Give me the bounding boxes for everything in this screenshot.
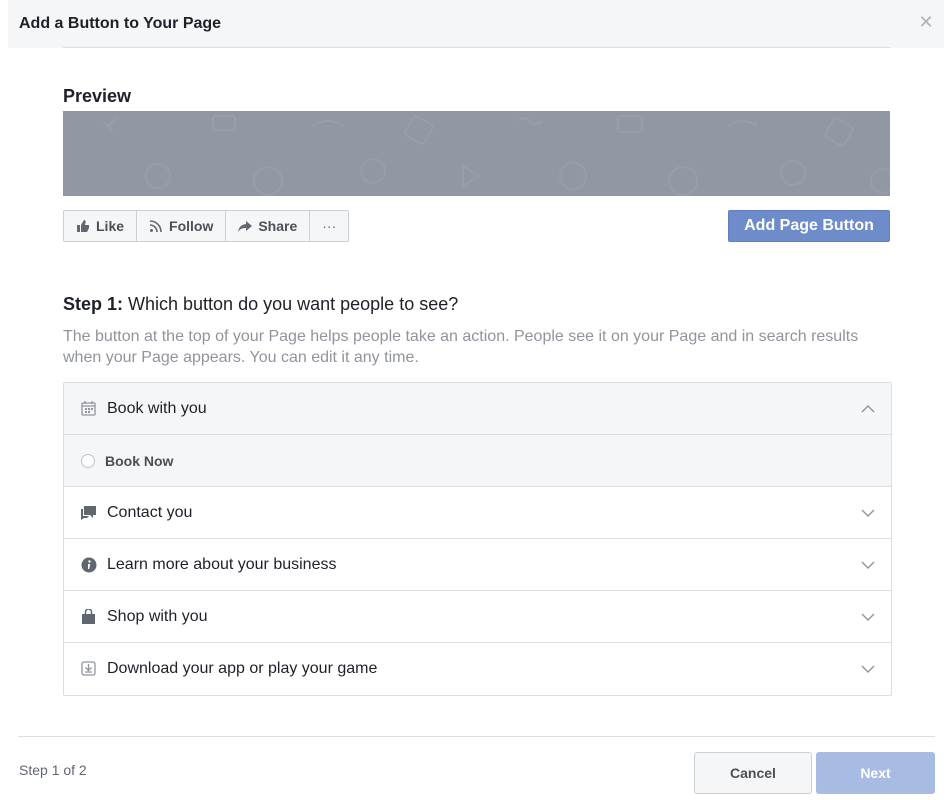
share-arrow-icon bbox=[238, 221, 253, 232]
step-counter: Step 1 of 2 bbox=[19, 762, 87, 778]
chevron-down-icon bbox=[861, 665, 875, 673]
next-button[interactable]: Next bbox=[816, 752, 935, 794]
like-label: Like bbox=[96, 218, 125, 234]
download-icon bbox=[80, 660, 97, 677]
option-shop-with-you[interactable]: Shop with you bbox=[64, 591, 891, 643]
add-page-button[interactable]: Add Page Button bbox=[728, 210, 890, 242]
cancel-button[interactable]: Cancel bbox=[694, 752, 812, 794]
divider bbox=[63, 47, 890, 48]
dialog-header: Add a Button to Your Page ✕ bbox=[8, 0, 944, 48]
option-label: Download your app or play your game bbox=[107, 660, 378, 677]
chevron-up-icon bbox=[861, 405, 875, 413]
preview-label: Preview bbox=[63, 86, 132, 106]
chevron-down-icon bbox=[861, 509, 875, 517]
option-label: Learn more about your business bbox=[107, 555, 337, 573]
step-heading: Step 1: Which button do you want people … bbox=[63, 294, 458, 315]
shopping-bag-icon bbox=[80, 608, 97, 625]
step-description: The button at the top of your Page helps… bbox=[63, 328, 859, 366]
option-contact-you[interactable]: Contact you bbox=[64, 487, 891, 539]
more-icon: ··· bbox=[322, 218, 337, 234]
chat-icon bbox=[80, 504, 97, 521]
dialog-title: Add a Button to Your Page bbox=[19, 15, 222, 32]
follow-label: Follow bbox=[169, 218, 214, 234]
button-options-list: Book with you Book Now Contact you Learn… bbox=[63, 382, 892, 696]
divider bbox=[18, 736, 935, 737]
cover-photo-placeholder bbox=[63, 111, 890, 196]
option-download-app[interactable]: Download your app or play your game bbox=[64, 643, 891, 695]
like-button[interactable]: Like bbox=[64, 211, 138, 241]
step-number: Step 1: bbox=[63, 294, 124, 314]
option-learn-more[interactable]: Learn more about your business bbox=[64, 539, 891, 591]
follow-button[interactable]: Follow bbox=[137, 211, 227, 241]
choice-book-now[interactable]: Book Now bbox=[64, 435, 891, 487]
step-question: Which button do you want people to see? bbox=[123, 294, 459, 314]
info-icon bbox=[80, 556, 97, 573]
thumbs-up-icon bbox=[77, 220, 89, 232]
page-action-bar: Like Follow Share ··· bbox=[63, 210, 350, 242]
chevron-down-icon bbox=[861, 561, 875, 569]
calendar-icon bbox=[80, 400, 97, 417]
option-book-with-you[interactable]: Book with you bbox=[64, 383, 891, 435]
cover-pattern bbox=[102, 115, 890, 196]
option-label: Contact you bbox=[107, 503, 193, 521]
share-label: Share bbox=[258, 218, 298, 234]
more-button[interactable]: ··· bbox=[310, 211, 348, 241]
radio-button[interactable] bbox=[81, 454, 95, 468]
rss-icon bbox=[149, 220, 162, 233]
close-icon[interactable]: ✕ bbox=[918, 13, 934, 31]
chevron-down-icon bbox=[861, 613, 875, 621]
share-button[interactable]: Share bbox=[226, 211, 311, 241]
choice-label: Book Now bbox=[105, 452, 174, 469]
option-label: Book with you bbox=[107, 399, 207, 417]
option-label: Shop with you bbox=[107, 607, 208, 625]
